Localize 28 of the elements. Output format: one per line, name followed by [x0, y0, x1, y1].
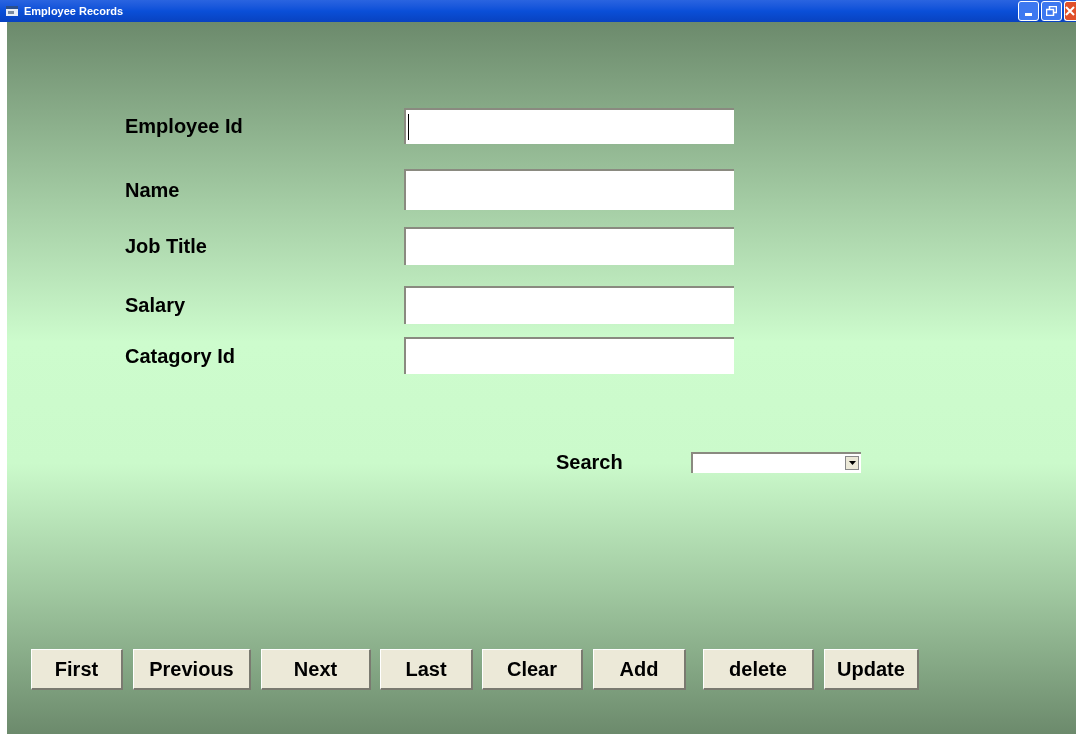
text-field[interactable] — [404, 108, 734, 144]
action-button[interactable]: delete — [703, 649, 814, 690]
action-button[interactable]: Update — [824, 649, 919, 690]
field-label: Catagory Id — [125, 343, 237, 369]
action-button[interactable]: Next — [261, 649, 371, 690]
search-dropdown[interactable] — [691, 451, 861, 473]
restore-button[interactable] — [1041, 1, 1062, 21]
search-label: Search — [556, 450, 624, 475]
action-button[interactable]: Previous — [133, 649, 251, 690]
restore-icon — [1046, 6, 1057, 16]
field-label: Salary — [125, 293, 187, 318]
minimize-icon — [1025, 13, 1032, 16]
window-title: Employee Records — [24, 3, 124, 19]
minimize-button[interactable] — [1018, 1, 1039, 21]
close-button[interactable] — [1064, 1, 1076, 21]
field-label: Name — [125, 177, 181, 203]
text-field[interactable] — [404, 227, 734, 265]
text-field[interactable] — [404, 286, 734, 324]
text-field[interactable] — [404, 169, 734, 210]
action-button[interactable]: Clear — [482, 649, 583, 690]
field-label: Employee Id — [125, 114, 244, 139]
close-icon — [1065, 6, 1075, 16]
field-label: Job Title — [125, 234, 208, 259]
action-button[interactable]: Last — [380, 649, 473, 690]
text-field[interactable] — [404, 337, 734, 374]
action-button[interactable]: First — [31, 649, 123, 690]
window-icon — [6, 6, 18, 16]
action-button[interactable]: Add — [593, 649, 686, 690]
